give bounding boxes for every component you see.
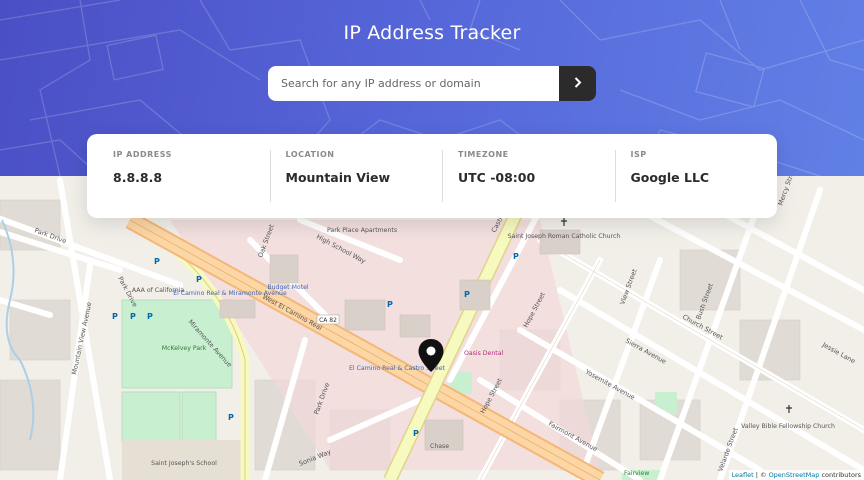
place-label: Fairview (624, 470, 649, 477)
svg-text:P: P (112, 312, 118, 321)
svg-text:P: P (387, 300, 393, 309)
page-title: IP Address Tracker (343, 22, 521, 44)
isp-label: ISP (630, 150, 647, 159)
svg-text:P: P (228, 413, 234, 422)
location-marker-icon[interactable] (417, 338, 445, 378)
place-label: Saint Joseph Roman Catholic Church (508, 233, 621, 240)
ip-address-value: 8.8.8.8 (113, 170, 163, 185)
svg-text:P: P (130, 312, 136, 321)
place-label: Valley Bible Fellowship Church (741, 423, 835, 430)
timezone-label: TIMEZONE (458, 150, 509, 159)
isp-value: Google LLC (630, 170, 710, 185)
map-attribution: Leaflet | © OpenStreetMap contributors (728, 470, 864, 480)
ip-address-label: IP ADDRESS (113, 150, 172, 159)
isp-section: ISP Google LLC (605, 150, 778, 218)
svg-text:P: P (513, 252, 519, 261)
svg-text:P: P (413, 429, 419, 438)
svg-text:CA 82: CA 82 (319, 317, 337, 324)
chevron-right-icon (574, 76, 582, 91)
svg-text:P: P (196, 275, 202, 284)
osm-link[interactable]: OpenStreetMap (769, 471, 820, 479)
search-bar (268, 66, 596, 101)
svg-text:P: P (464, 290, 470, 299)
map-tiles[interactable]: Park Drive Park Drive Mountain View Aven… (0, 176, 864, 480)
place-label: McKelvey Park (162, 345, 207, 352)
location-value: Mountain View (285, 170, 391, 185)
place-label: Saint Joseph's School (151, 460, 217, 467)
place-label: Oasis Dental (464, 350, 504, 357)
place-label: El Camino Real & Miramonte Avenue (173, 290, 287, 297)
place-label: Chase (430, 443, 449, 450)
timezone-value: UTC -08:00 (458, 170, 536, 185)
place-label: Budget Motel (267, 284, 309, 291)
search-input[interactable] (268, 66, 559, 101)
location-section: LOCATION Mountain View (260, 150, 433, 218)
search-submit-button[interactable] (559, 66, 596, 101)
ip-info-card: IP ADDRESS 8.8.8.8 LOCATION Mountain Vie… (87, 134, 777, 218)
ip-address-section: IP ADDRESS 8.8.8.8 (87, 150, 260, 218)
timezone-section: TIMEZONE UTC -08:00 (432, 150, 605, 218)
place-label: Park Place Apartments (327, 227, 397, 234)
location-label: LOCATION (285, 150, 335, 159)
map-view[interactable]: Park Drive Park Drive Mountain View Aven… (0, 176, 864, 480)
svg-text:P: P (147, 312, 153, 321)
route-shield: CA 82 (316, 314, 340, 325)
svg-text:P: P (154, 257, 160, 266)
leaflet-link[interactable]: Leaflet (732, 471, 754, 479)
